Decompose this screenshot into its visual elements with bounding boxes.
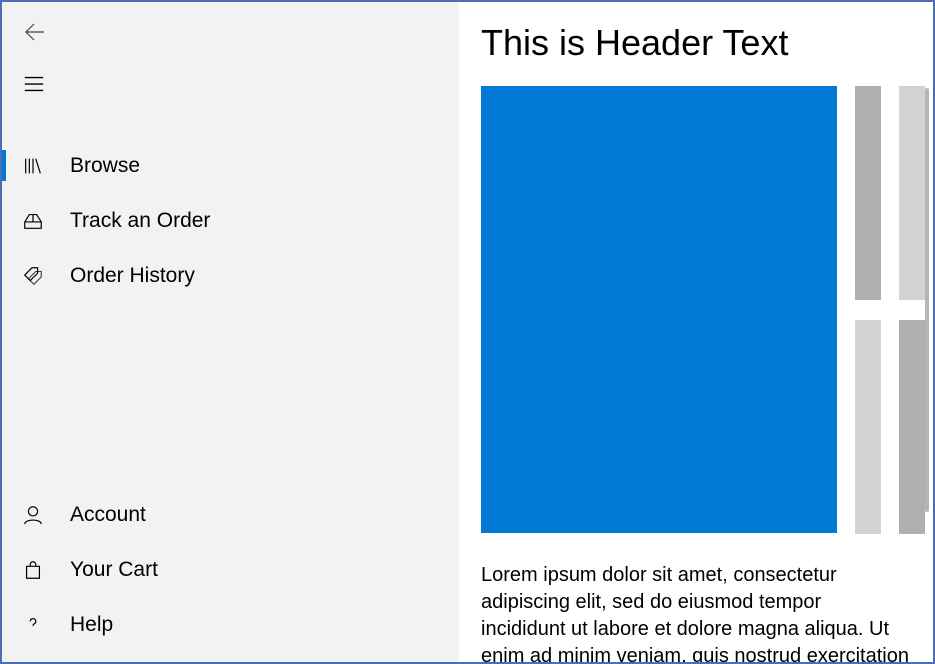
side-tiles: [855, 86, 925, 534]
back-arrow-icon: [22, 20, 46, 49]
scrollbar[interactable]: [925, 88, 929, 512]
tile-1b[interactable]: [899, 86, 925, 300]
content-row: [481, 86, 911, 534]
sidebar-item-label: Track an Order: [70, 209, 210, 233]
back-button[interactable]: [10, 10, 58, 58]
sidebar-item-browse[interactable]: Browse: [2, 138, 459, 193]
sidebar-item-label: Browse: [70, 154, 140, 178]
sidebar-item-label: Your Cart: [70, 558, 158, 582]
sidebar-item-help[interactable]: Help: [2, 597, 459, 652]
tile-pair-2: [855, 320, 925, 534]
sidebar-item-cart[interactable]: Your Cart: [2, 542, 459, 597]
shopping-bag-icon: [20, 557, 46, 583]
sidebar: Browse Track an Order Order History Acco…: [2, 2, 459, 662]
package-track-icon: [20, 208, 46, 234]
page-header: This is Header Text: [481, 22, 911, 64]
hamburger-icon: [23, 73, 45, 100]
sidebar-item-track-order[interactable]: Track an Order: [2, 193, 459, 248]
tile-pair-1: [855, 86, 925, 300]
sidebar-item-label: Help: [70, 613, 113, 637]
main-content: This is Header Text Lorem ipsum dolor si…: [459, 2, 933, 662]
sidebar-item-account[interactable]: Account: [2, 487, 459, 542]
hamburger-button[interactable]: [10, 62, 58, 110]
nav-top: Browse Track an Order Order History: [2, 138, 459, 303]
body-text: Lorem ipsum dolor sit amet, consectetur …: [481, 562, 911, 662]
tile-1a[interactable]: [855, 86, 881, 300]
nav-bottom: Account Your Cart Help: [2, 487, 459, 652]
sidebar-item-label: Order History: [70, 264, 195, 288]
sidebar-item-label: Account: [70, 503, 146, 527]
library-icon: [20, 153, 46, 179]
hero-tile[interactable]: [481, 86, 837, 533]
sidebar-item-order-history[interactable]: Order History: [2, 248, 459, 303]
tags-icon: [20, 263, 46, 289]
tile-2a[interactable]: [855, 320, 881, 534]
help-icon: [20, 612, 46, 638]
tile-2b[interactable]: [899, 320, 925, 534]
person-icon: [20, 502, 46, 528]
